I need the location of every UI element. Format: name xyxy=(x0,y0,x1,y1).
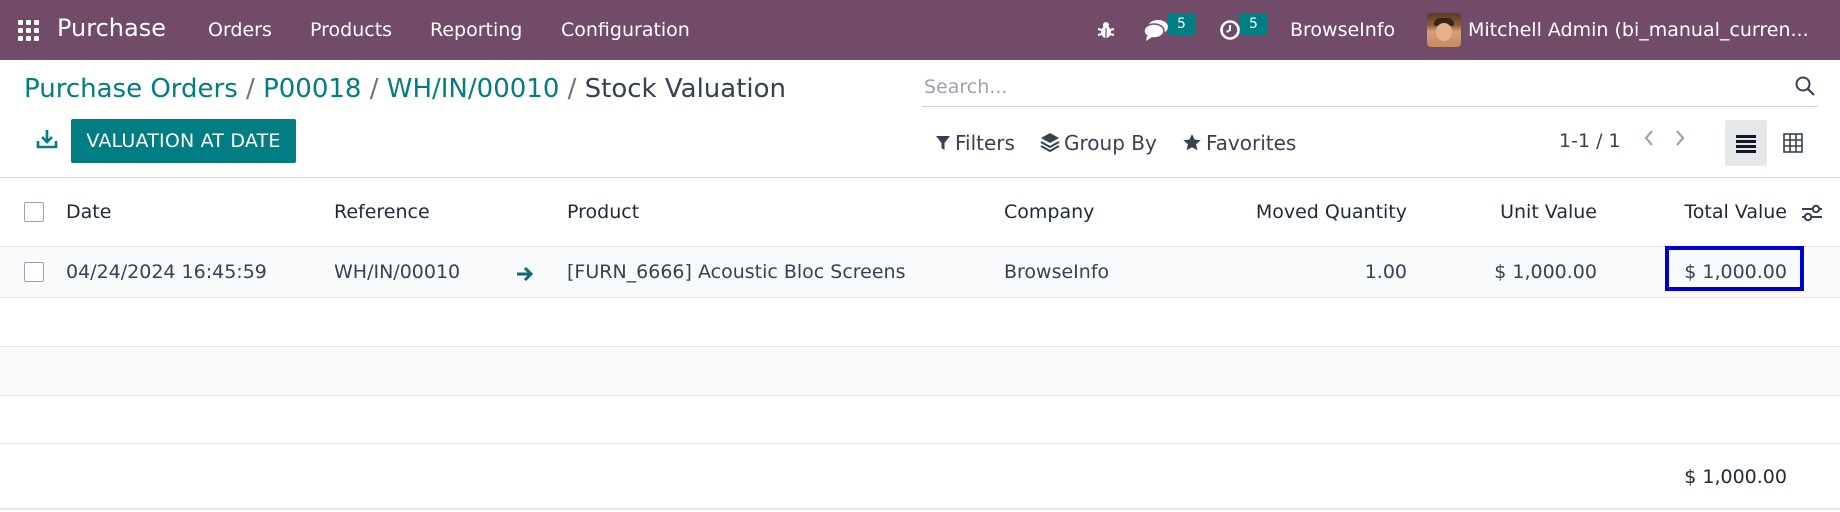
pivot-view-icon[interactable] xyxy=(1772,120,1814,166)
breadcrumb-separator: / xyxy=(369,74,387,104)
chevron-left-icon[interactable] xyxy=(1642,128,1656,152)
column-header-company[interactable]: Company xyxy=(1004,201,1094,223)
top-navbar: Purchase Orders Products Reporting Confi… xyxy=(0,0,1840,60)
column-header-date[interactable]: Date xyxy=(66,201,111,223)
breadcrumb: Purchase Orders / P00018 / WH/IN/00010 /… xyxy=(24,74,786,104)
pager-value[interactable]: 1-1 / 1 xyxy=(1559,130,1621,152)
cell-unit-value: $ 1,000.00 xyxy=(1494,261,1597,283)
favorites-button[interactable]: Favorites xyxy=(1182,131,1296,155)
layers-icon xyxy=(1040,133,1060,153)
user-menu[interactable]: Mitchell Admin (bi_manual_curren... xyxy=(1468,19,1809,41)
empty-row xyxy=(0,347,1840,395)
select-all-checkbox[interactable] xyxy=(24,202,44,222)
page-title: Stock Valuation xyxy=(584,74,787,104)
column-header-unit-value[interactable]: Unit Value xyxy=(1430,201,1597,223)
bug-icon[interactable] xyxy=(1096,20,1116,44)
column-header-total-value[interactable]: Total Value xyxy=(1620,201,1787,223)
company-switcher[interactable]: BrowseInfo xyxy=(1290,19,1395,41)
search-input[interactable] xyxy=(922,72,1766,102)
filters-label: Filters xyxy=(955,131,1015,155)
cell-company: BrowseInfo xyxy=(1004,261,1110,283)
cell-date: 04/24/2024 16:45:59 xyxy=(66,261,267,283)
star-icon xyxy=(1183,134,1201,151)
breadcrumb-receipt[interactable]: WH/IN/00010 xyxy=(387,74,560,104)
group-by-label: Group By xyxy=(1064,131,1157,155)
chat-icon[interactable] xyxy=(1143,18,1171,46)
cell-product: [FURN_6666] Acoustic Bloc Screens xyxy=(567,261,906,283)
breadcrumb-purchase-orders[interactable]: Purchase Orders xyxy=(24,74,238,104)
filter-icon xyxy=(936,136,950,150)
app-name[interactable]: Purchase xyxy=(57,14,166,42)
column-header-moved-quantity[interactable]: Moved Quantity xyxy=(1200,201,1407,223)
menu-products[interactable]: Products xyxy=(310,19,392,41)
row-checkbox[interactable] xyxy=(24,262,44,282)
list-view-icon[interactable] xyxy=(1725,120,1767,166)
chevron-right-icon[interactable] xyxy=(1673,128,1687,152)
cell-reference: WH/IN/00010 xyxy=(334,261,461,283)
avatar[interactable] xyxy=(1427,13,1461,47)
column-header-product[interactable]: Product xyxy=(567,201,639,223)
clock-icon[interactable] xyxy=(1219,19,1241,45)
footer-total: $ 1,000.00 xyxy=(1684,466,1787,488)
activities-badge: 5 xyxy=(1240,13,1267,35)
breadcrumb-order[interactable]: P00018 xyxy=(263,74,361,104)
favorites-label: Favorites xyxy=(1206,131,1297,155)
header-divider xyxy=(0,177,1840,178)
table-divider xyxy=(0,297,1840,298)
sliders-icon[interactable] xyxy=(1801,203,1823,227)
group-by-button[interactable]: Group By xyxy=(1040,131,1157,155)
breadcrumb-separator: / xyxy=(246,74,264,104)
cell-moved-quantity: 1.00 xyxy=(1364,261,1407,283)
menu-orders[interactable]: Orders xyxy=(208,19,272,41)
apps-grid-icon[interactable] xyxy=(18,20,40,42)
table-footer-divider xyxy=(0,508,1840,510)
breadcrumb-separator: / xyxy=(567,74,585,104)
valuation-at-date-button[interactable]: VALUATION AT DATE xyxy=(71,119,296,163)
table-divider xyxy=(0,443,1840,444)
search-icon[interactable] xyxy=(1794,75,1816,101)
download-icon[interactable] xyxy=(36,128,58,154)
highlight-box xyxy=(1665,246,1804,291)
messages-badge: 5 xyxy=(1168,13,1195,35)
filters-button[interactable]: Filters xyxy=(935,131,1015,155)
column-header-reference[interactable]: Reference xyxy=(334,201,430,223)
arrow-right-icon[interactable] xyxy=(515,265,535,287)
menu-reporting[interactable]: Reporting xyxy=(430,19,522,41)
menu-configuration[interactable]: Configuration xyxy=(561,19,690,41)
search-bar xyxy=(922,70,1818,107)
table-divider xyxy=(0,395,1840,396)
